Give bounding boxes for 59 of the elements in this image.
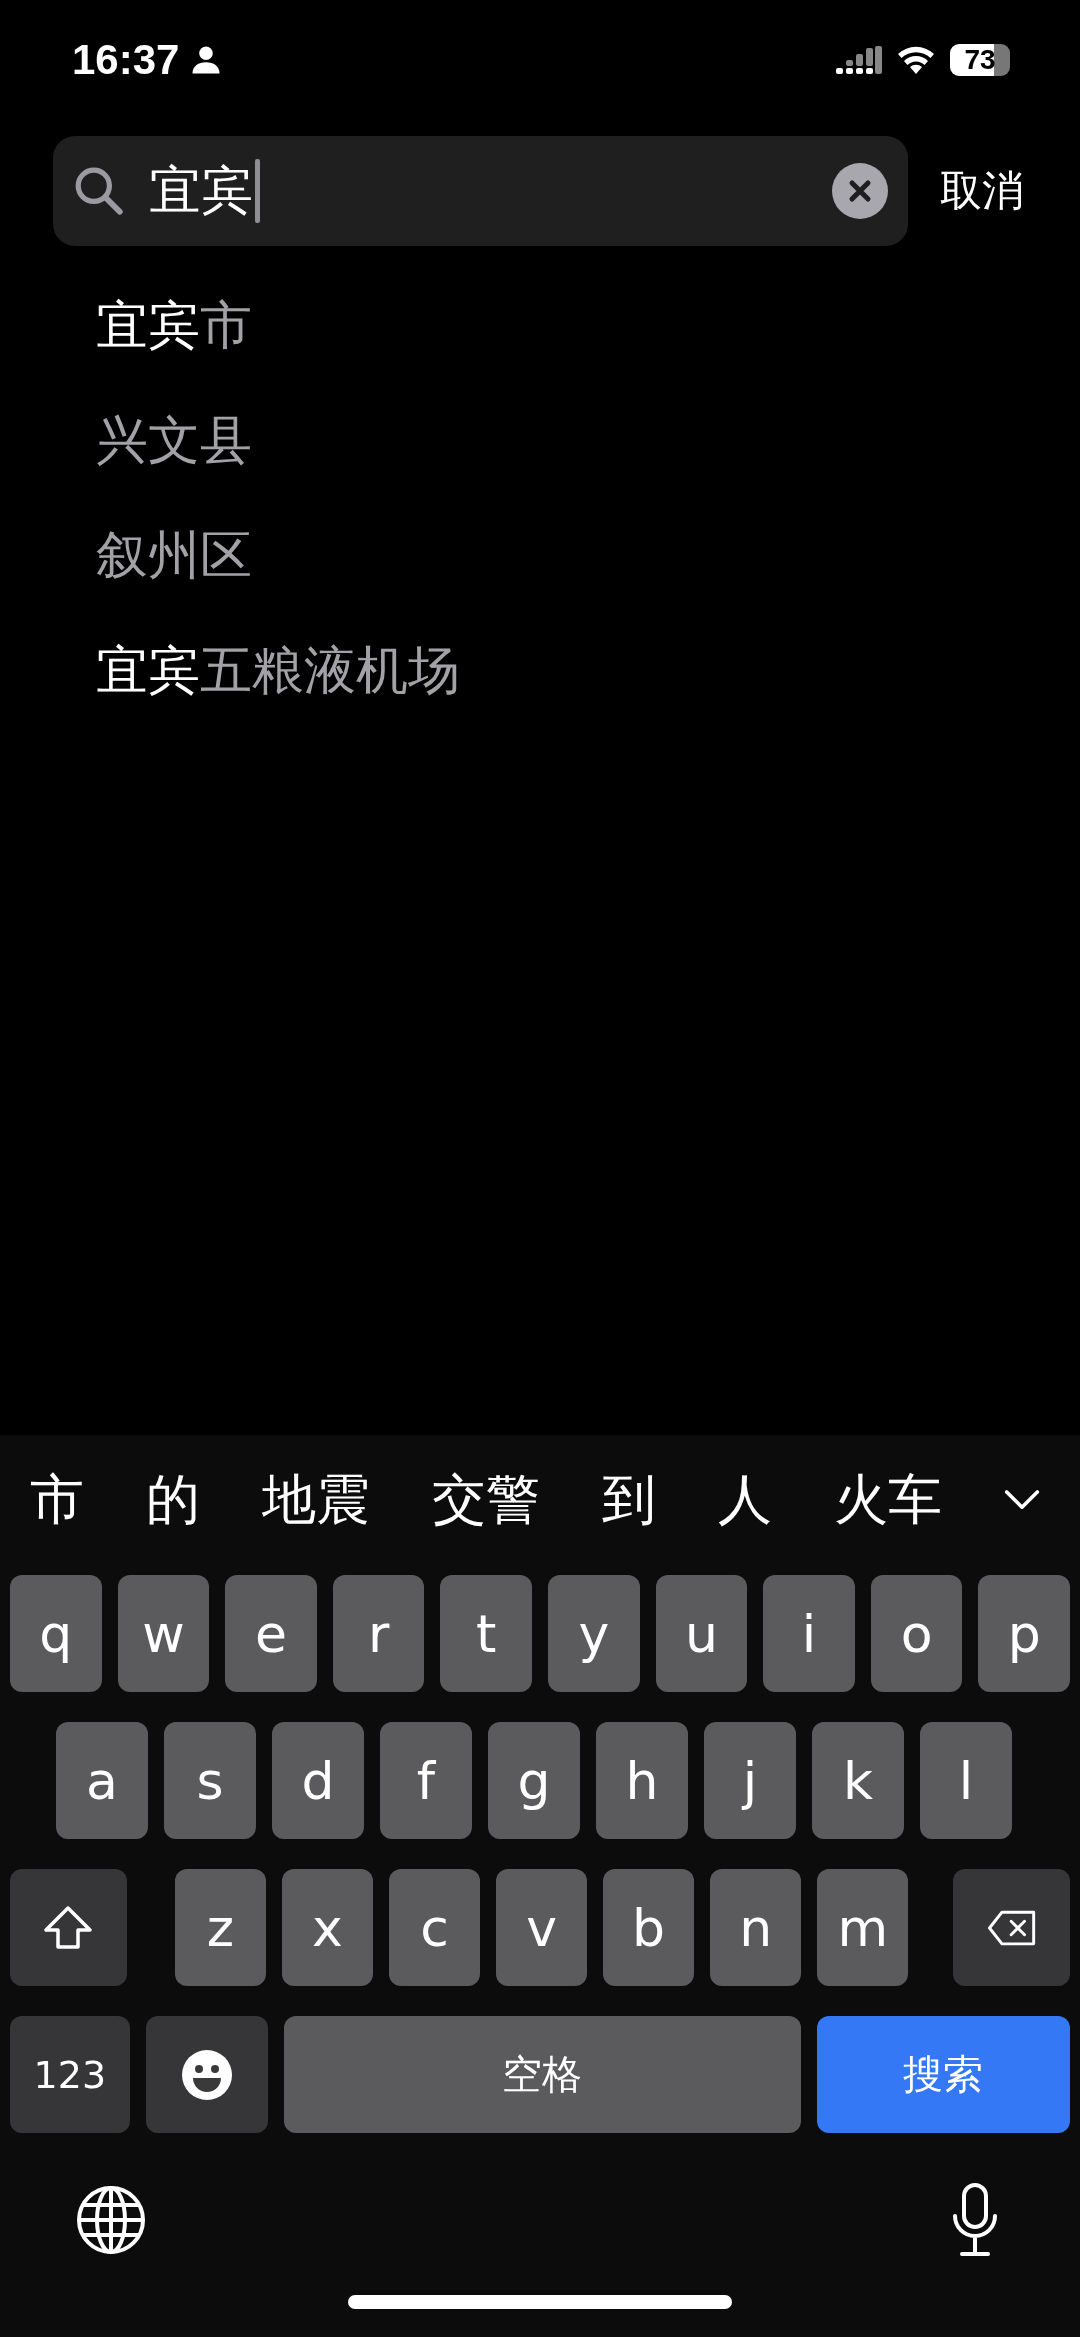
letter-key[interactable]: o [870, 1575, 963, 1692]
letter-key[interactable]: t [440, 1575, 532, 1692]
emoji-key[interactable] [145, 2016, 268, 2133]
letter-key[interactable]: d [272, 1722, 364, 1839]
letter-key[interactable]: n [710, 1869, 802, 1986]
letter-key[interactable]: l [920, 1722, 1012, 1839]
letter-key[interactable]: r [332, 1575, 425, 1692]
letter-key[interactable]: u [655, 1575, 748, 1692]
text-cursor [255, 159, 260, 223]
letter-key[interactable]: c [388, 1869, 480, 1986]
candidate-word[interactable]: 市 [30, 1463, 84, 1537]
chevron-down-icon[interactable] [1004, 1488, 1040, 1512]
letter-key[interactable]: k [812, 1722, 904, 1839]
search-key[interactable]: 搜索 [816, 2016, 1070, 2133]
candidate-word[interactable]: 人 [718, 1463, 772, 1537]
letter-key[interactable]: e [225, 1575, 317, 1692]
candidate-word[interactable]: 火车 [834, 1463, 942, 1537]
wifi-icon [896, 45, 936, 75]
letter-key[interactable]: a [56, 1722, 148, 1839]
battery-icon: 73 [950, 44, 1010, 76]
candidate-word[interactable]: 地震 [262, 1463, 370, 1537]
candidate-word[interactable]: 交警 [432, 1463, 540, 1537]
candidate-word[interactable]: 到 [602, 1463, 656, 1537]
letter-key[interactable]: x [281, 1869, 373, 1986]
space-key[interactable]: 空格 [283, 2016, 801, 2133]
search-icon [73, 165, 125, 217]
letter-key[interactable]: w [117, 1575, 210, 1692]
letter-key[interactable]: b [603, 1869, 695, 1986]
globe-icon[interactable] [76, 2185, 146, 2255]
letter-key[interactable]: m [817, 1869, 909, 1986]
letter-key[interactable]: z [174, 1869, 266, 1986]
smiley-icon [181, 2049, 232, 2100]
result-item[interactable]: 叙州区 [96, 498, 1080, 613]
search-field[interactable]: 宜宾 [53, 136, 908, 246]
numbers-key[interactable]: 123 [10, 2016, 130, 2133]
cancel-button[interactable]: 取消 [940, 163, 1024, 219]
delete-key[interactable] [953, 1869, 1071, 1986]
result-item[interactable]: 兴文县 [96, 383, 1080, 498]
letter-key[interactable]: s [164, 1722, 256, 1839]
letter-key[interactable]: y [547, 1575, 640, 1692]
shift-icon [43, 1904, 94, 1951]
letter-key[interactable]: g [488, 1722, 580, 1839]
letter-key[interactable]: v [496, 1869, 588, 1986]
letter-key[interactable]: j [704, 1722, 796, 1839]
search-text: 宜宾 [149, 159, 253, 222]
microphone-icon[interactable] [950, 2182, 1000, 2258]
letter-key[interactable]: i [763, 1575, 855, 1692]
result-item[interactable]: 宜宾五粮液机场 [96, 613, 1080, 728]
letter-key[interactable]: h [596, 1722, 688, 1839]
person-icon [191, 45, 222, 75]
result-item[interactable]: 宜宾市 [96, 268, 1080, 383]
signal-icon [836, 46, 882, 74]
letter-key[interactable]: f [380, 1722, 472, 1839]
letter-key[interactable]: q [10, 1575, 102, 1692]
letter-key[interactable]: p [978, 1575, 1070, 1692]
candidate-word[interactable]: 的 [146, 1463, 200, 1537]
clear-icon[interactable] [832, 163, 888, 219]
clock-time: 16:37 [72, 36, 180, 84]
shift-key[interactable] [10, 1869, 127, 1986]
